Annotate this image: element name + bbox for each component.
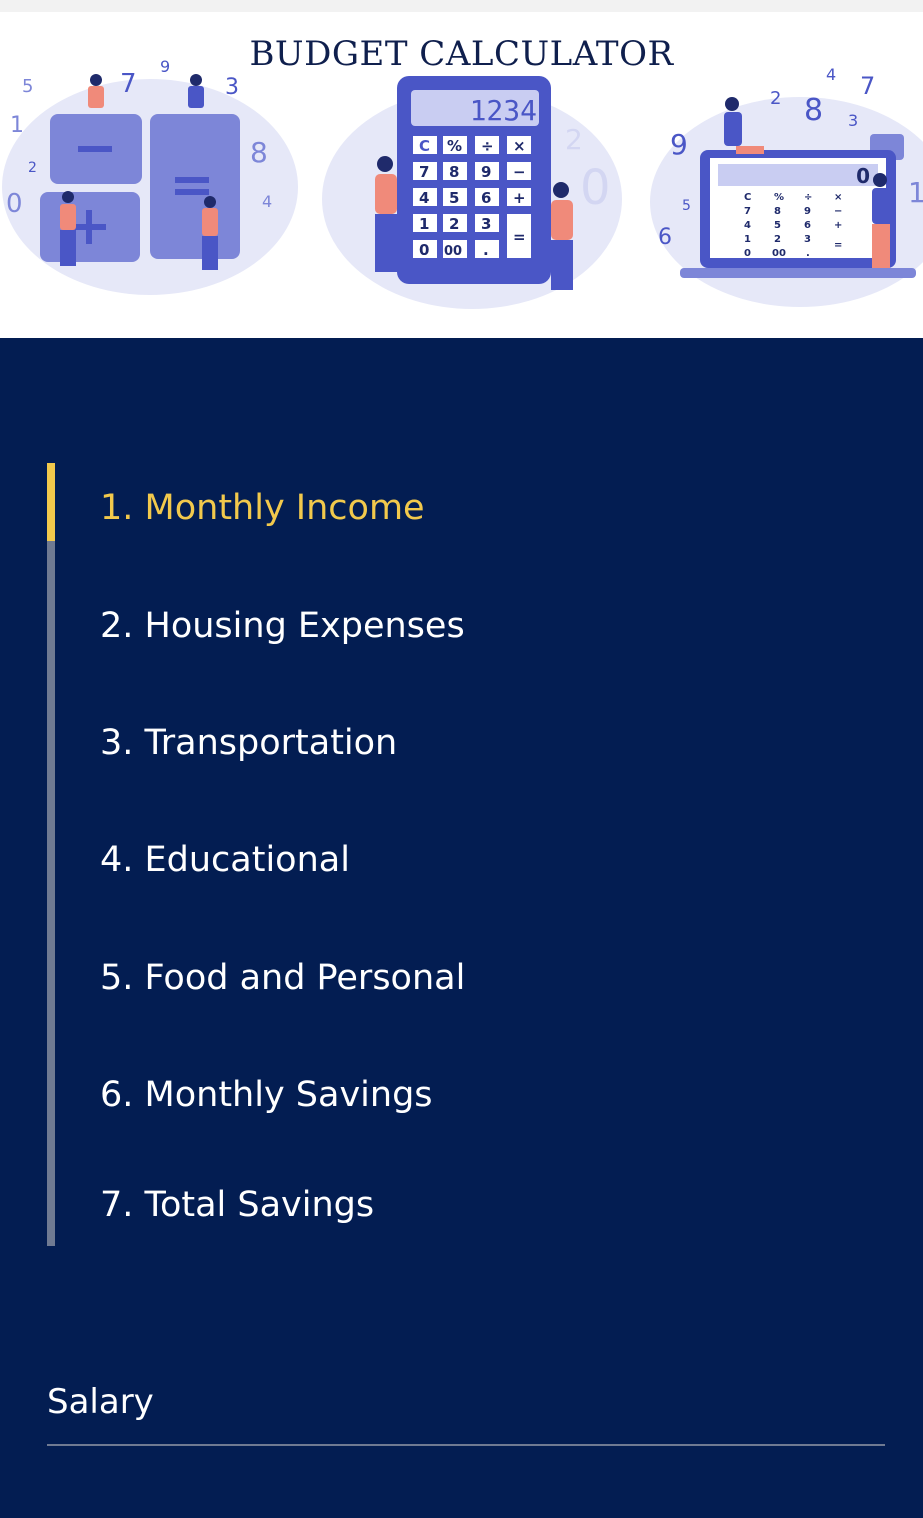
svg-text:C: C bbox=[744, 192, 751, 203]
svg-text:2: 2 bbox=[28, 160, 37, 176]
svg-text:=: = bbox=[513, 228, 526, 246]
svg-text:7: 7 bbox=[860, 72, 875, 100]
step-transportation[interactable]: 3. Transportation bbox=[100, 723, 397, 763]
salary-input[interactable] bbox=[47, 1426, 885, 1446]
svg-text:.: . bbox=[483, 241, 489, 259]
salary-field: Salary bbox=[47, 1380, 885, 1446]
step-monthly-savings[interactable]: 6. Monthly Savings bbox=[100, 1075, 433, 1115]
svg-text:4: 4 bbox=[826, 65, 836, 84]
calculator-display-text: 1234 bbox=[469, 94, 537, 127]
top-strip bbox=[0, 0, 923, 12]
svg-text:8: 8 bbox=[774, 206, 781, 217]
svg-text:−: − bbox=[834, 206, 842, 217]
svg-text:4: 4 bbox=[419, 189, 429, 207]
svg-text:3: 3 bbox=[481, 215, 491, 233]
svg-text:0: 0 bbox=[744, 248, 751, 259]
svg-text:6: 6 bbox=[658, 225, 672, 250]
svg-text:2: 2 bbox=[565, 123, 583, 156]
hero-banner: BUDGET CALCULATOR 5 7 9 3 8 1 0 2 4 0 2 … bbox=[0, 12, 923, 338]
svg-text:7: 7 bbox=[744, 206, 751, 217]
svg-text:9: 9 bbox=[481, 163, 491, 181]
salary-label: Salary bbox=[47, 1382, 154, 1422]
svg-text:2: 2 bbox=[449, 215, 459, 233]
svg-text:×: × bbox=[513, 137, 526, 155]
svg-text:5: 5 bbox=[774, 220, 781, 231]
svg-text:8: 8 bbox=[250, 136, 268, 169]
step-food-and-personal[interactable]: 5. Food and Personal bbox=[100, 958, 465, 998]
svg-text:4: 4 bbox=[744, 220, 751, 231]
step-active-indicator bbox=[47, 463, 55, 541]
svg-text:9: 9 bbox=[670, 128, 688, 161]
laptop-display-text: 0 bbox=[856, 164, 870, 188]
svg-text:6: 6 bbox=[804, 220, 811, 231]
svg-text:3: 3 bbox=[848, 111, 858, 130]
step-educational[interactable]: 4. Educational bbox=[100, 840, 350, 880]
math-blocks-illustration: 5 7 9 3 8 1 0 2 4 bbox=[0, 52, 300, 302]
svg-text:7: 7 bbox=[120, 69, 137, 99]
calculator-illustration: 0 2 C % ÷ × 7 8 9 − 4 5 6 + 1 2 3 = 0 00… bbox=[315, 64, 630, 314]
svg-text:7: 7 bbox=[419, 163, 429, 181]
svg-text:6: 6 bbox=[481, 189, 491, 207]
step-housing-expenses[interactable]: 2. Housing Expenses bbox=[100, 606, 465, 646]
svg-text:.: . bbox=[806, 248, 810, 259]
svg-text:÷: ÷ bbox=[804, 192, 812, 203]
svg-text:0: 0 bbox=[580, 160, 611, 216]
svg-text:÷: ÷ bbox=[481, 137, 494, 155]
svg-text:1: 1 bbox=[744, 234, 751, 245]
svg-text:8: 8 bbox=[449, 163, 459, 181]
svg-text:9: 9 bbox=[804, 206, 811, 217]
svg-text:2: 2 bbox=[774, 234, 781, 245]
svg-text:3: 3 bbox=[225, 75, 239, 100]
svg-text:00: 00 bbox=[772, 248, 786, 259]
svg-text:4: 4 bbox=[262, 192, 272, 211]
svg-text:=: = bbox=[834, 240, 842, 251]
step-total-savings[interactable]: 7. Total Savings bbox=[100, 1185, 374, 1225]
calculator-panel: 1. Monthly Income 2. Housing Expenses 3.… bbox=[0, 338, 923, 1518]
svg-text:8: 8 bbox=[804, 93, 823, 128]
svg-text:C: C bbox=[419, 137, 430, 155]
svg-text:×: × bbox=[834, 192, 842, 203]
step-monthly-income[interactable]: 1. Monthly Income bbox=[100, 488, 425, 528]
svg-text:+: + bbox=[834, 220, 842, 231]
svg-text:%: % bbox=[447, 137, 462, 155]
svg-text:0: 0 bbox=[419, 241, 429, 259]
svg-text:%: % bbox=[774, 192, 784, 203]
svg-text:9: 9 bbox=[160, 57, 170, 76]
laptop-calculator-illustration: 4 7 2 8 3 9 5 6 1 C% ÷ × 7 8 9− 4 5 6 + 1 2 3 = 00… bbox=[640, 62, 923, 312]
svg-text:5: 5 bbox=[22, 76, 33, 97]
svg-text:3: 3 bbox=[804, 234, 811, 245]
svg-text:+: + bbox=[513, 189, 526, 207]
svg-text:1: 1 bbox=[419, 215, 429, 233]
svg-text:0: 0 bbox=[6, 189, 23, 219]
svg-text:−: − bbox=[513, 163, 526, 181]
svg-text:2: 2 bbox=[770, 88, 781, 109]
svg-text:1: 1 bbox=[10, 113, 24, 138]
svg-text:5: 5 bbox=[449, 189, 459, 207]
svg-text:1: 1 bbox=[908, 176, 923, 209]
svg-text:00: 00 bbox=[444, 244, 462, 259]
step-progress-track bbox=[47, 463, 55, 1246]
svg-text:5: 5 bbox=[682, 198, 691, 214]
